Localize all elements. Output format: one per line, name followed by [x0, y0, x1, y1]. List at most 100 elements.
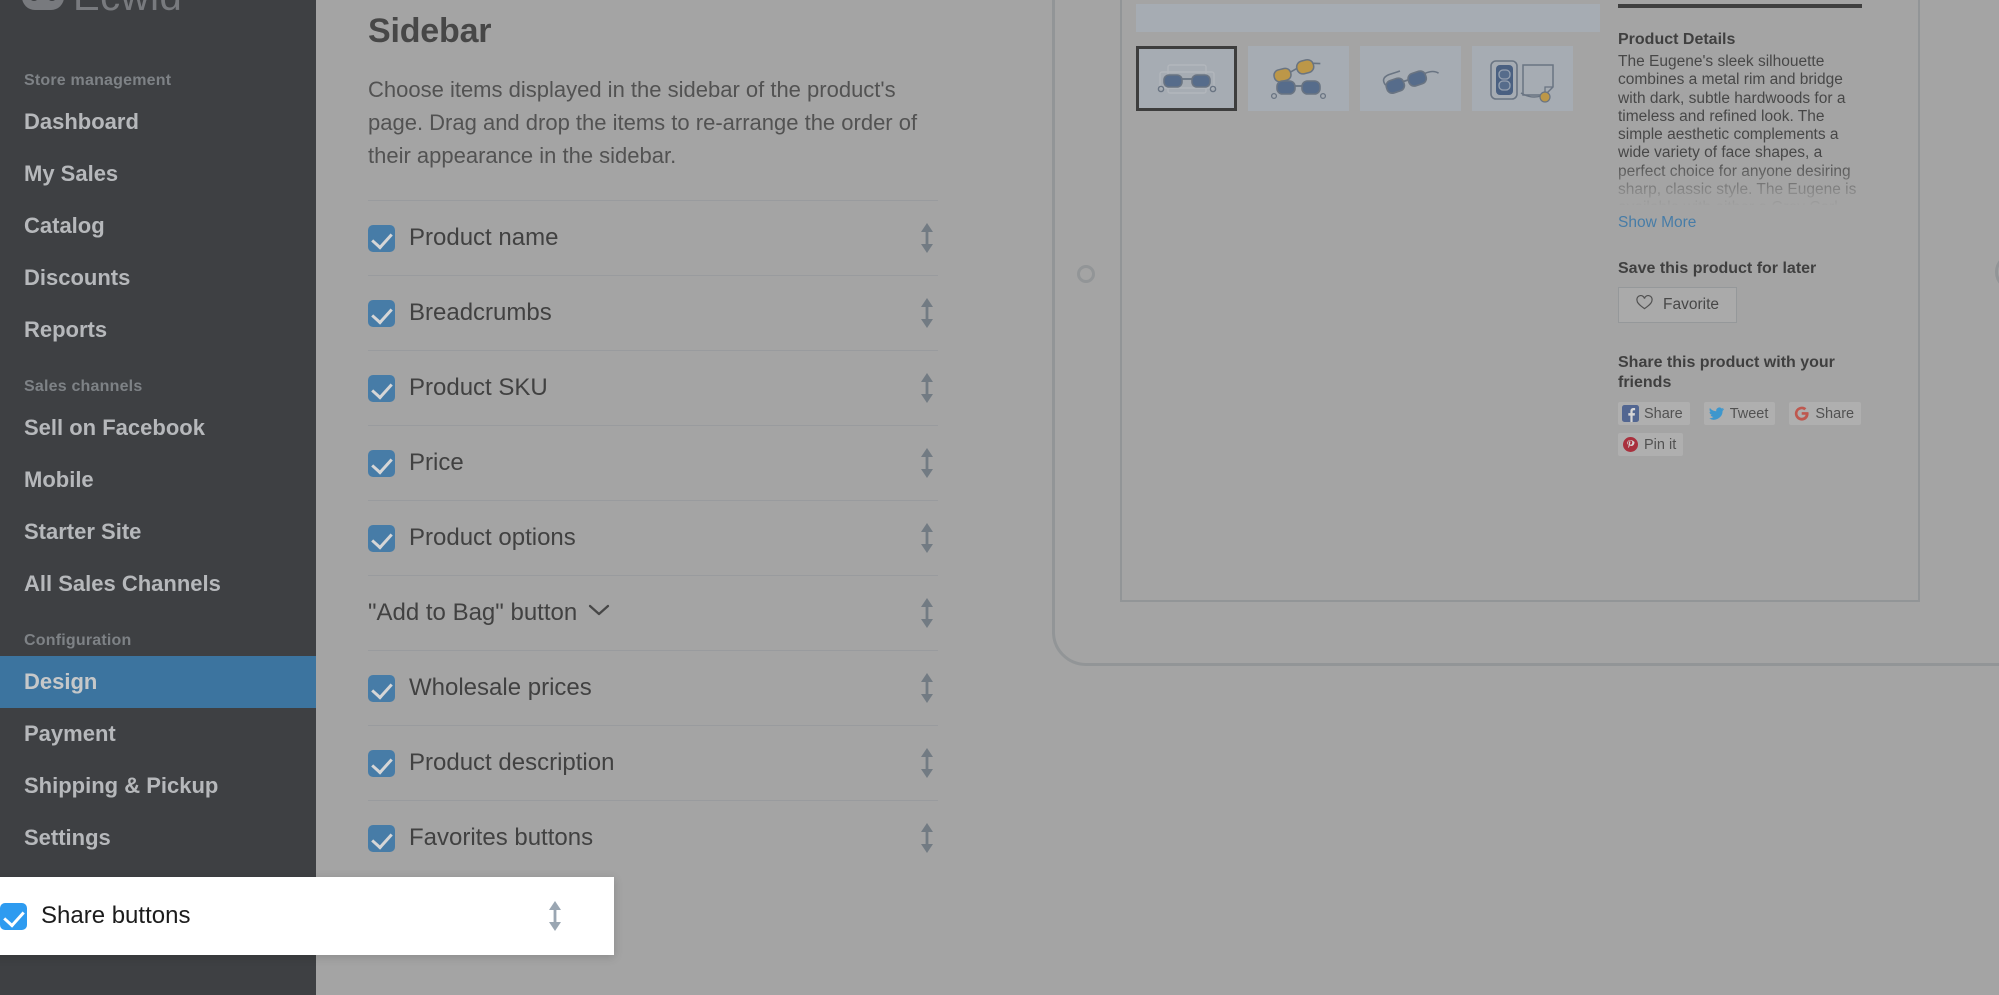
share-buttons-row: Share Tweet Share: [1618, 402, 1862, 456]
nav-group-store-management: Store management Dashboard My Sales Cata…: [0, 66, 316, 356]
sidebar-items-list: Product name Breadcrumbs Product SKU: [368, 200, 938, 950]
tablet-frame: Product Details The Eugene's sleek silho…: [1052, 0, 1999, 666]
heart-icon: [1636, 295, 1653, 315]
list-item-label: "Add to Bag" button: [368, 599, 577, 627]
list-item[interactable]: Favorites buttons: [368, 800, 938, 875]
brand-logo[interactable]: Ecwid: [22, 0, 182, 20]
list-item-label: Product description: [409, 749, 614, 777]
list-item[interactable]: Product SKU: [368, 350, 938, 425]
product-details-title: Product Details: [1618, 31, 1862, 49]
details-divider: [1618, 4, 1862, 8]
drag-updown-icon[interactable]: [912, 519, 942, 557]
list-item-share-buttons-highlighted[interactable]: Share buttons: [0, 877, 614, 955]
drag-updown-icon[interactable]: [912, 444, 942, 482]
list-item-label: Favorites buttons: [409, 824, 593, 852]
checkbox-share-buttons[interactable]: [0, 903, 27, 930]
tablet-screen: Product Details The Eugene's sleek silho…: [1120, 0, 1920, 602]
drag-updown-icon[interactable]: [912, 744, 942, 782]
nav-group-label: Configuration: [0, 626, 316, 656]
google-share-button[interactable]: Share: [1789, 402, 1861, 425]
share-section-title: Share this product with your friends: [1618, 353, 1862, 393]
checkbox-product-sku[interactable]: [368, 375, 395, 402]
drag-updown-icon[interactable]: [912, 369, 942, 407]
checkbox-favorites-buttons[interactable]: [368, 825, 395, 852]
checkbox-product-name[interactable]: [368, 225, 395, 252]
share-button-label: Tweet: [1730, 406, 1769, 422]
sunglasses-case-thumb[interactable]: [1472, 46, 1573, 111]
list-item[interactable]: Price: [368, 425, 938, 500]
brand-name: Ecwid: [73, 0, 182, 20]
chevron-down-icon[interactable]: [588, 603, 610, 617]
checkbox-wholesale-prices[interactable]: [368, 675, 395, 702]
drag-updown-icon[interactable]: [912, 594, 942, 632]
gallery-header-bar: [1136, 4, 1600, 32]
ecwid-logo-icon: [22, 0, 64, 10]
sidebar-item-shipping-pickup[interactable]: Shipping & Pickup: [0, 760, 316, 812]
drag-updown-icon[interactable]: [912, 294, 942, 332]
list-item-add-to-bag[interactable]: "Add to Bag" button: [368, 575, 938, 650]
page-description: Choose items displayed in the sidebar of…: [368, 73, 938, 172]
store-preview-area: Product Details The Eugene's sleek silho…: [990, 0, 1999, 995]
page-title: Sidebar: [368, 0, 938, 51]
sidebar-item-payment[interactable]: Payment: [0, 708, 316, 760]
sidebar-item-reports[interactable]: Reports: [0, 304, 316, 356]
sunglasses-angle-thumb[interactable]: [1360, 46, 1461, 111]
list-item[interactable]: Breadcrumbs: [368, 275, 938, 350]
pinterest-pin-button[interactable]: Pin it: [1618, 433, 1683, 456]
product-details-body: The Eugene's sleek silhouette combines a…: [1618, 53, 1862, 205]
sidebar-item-discounts[interactable]: Discounts: [0, 252, 316, 304]
gallery-thumbnails: [1136, 46, 1600, 111]
list-item-label: Breadcrumbs: [409, 299, 552, 327]
list-item[interactable]: Wholesale prices: [368, 650, 938, 725]
share-button-label: Share: [1815, 406, 1854, 422]
list-item[interactable]: Product options: [368, 500, 938, 575]
sidebar-settings-panel: Sidebar Choose items displayed in the si…: [316, 0, 990, 995]
tablet-camera-icon: [1077, 265, 1095, 283]
favorite-button[interactable]: Favorite: [1618, 287, 1737, 323]
share-button-label: Share: [1644, 406, 1683, 422]
checkbox-price[interactable]: [368, 450, 395, 477]
checkbox-product-description[interactable]: [368, 750, 395, 777]
sunglasses-front-thumb[interactable]: [1136, 46, 1237, 111]
sidebar-item-all-sales-channels[interactable]: All Sales Channels: [0, 558, 316, 610]
pinterest-icon: [1622, 436, 1639, 453]
sidebar-item-mobile[interactable]: Mobile: [0, 454, 316, 506]
sidebar-item-dashboard[interactable]: Dashboard: [0, 96, 316, 148]
list-item-label: Product name: [409, 224, 558, 252]
facebook-share-button[interactable]: Share: [1618, 402, 1690, 425]
product-gallery: [1136, 4, 1600, 111]
sidebar-item-my-sales[interactable]: My Sales: [0, 148, 316, 200]
sidebar-item-starter-site[interactable]: Starter Site: [0, 506, 316, 558]
list-item-label: Share buttons: [41, 902, 190, 930]
list-item-label: Price: [409, 449, 464, 477]
sidebar-item-sell-on-facebook[interactable]: Sell on Facebook: [0, 402, 316, 454]
nav-group-sales-channels: Sales channels Sell on Facebook Mobile S…: [0, 372, 316, 610]
drag-updown-icon[interactable]: [540, 897, 570, 935]
drag-updown-icon[interactable]: [912, 669, 942, 707]
save-for-later-title: Save this product for later: [1618, 260, 1862, 278]
drag-updown-icon[interactable]: [912, 819, 942, 857]
share-button-label: Pin it: [1644, 437, 1676, 453]
tablet-home-button: [1995, 253, 1999, 291]
checkbox-breadcrumbs[interactable]: [368, 300, 395, 327]
twitter-tweet-button[interactable]: Tweet: [1704, 402, 1776, 425]
nav-group-label: Sales channels: [0, 372, 316, 402]
checkbox-product-options[interactable]: [368, 525, 395, 552]
facebook-icon: [1622, 405, 1639, 422]
sidebar-item-settings[interactable]: Settings: [0, 812, 316, 864]
product-details-column: Product Details The Eugene's sleek silho…: [1618, 4, 1862, 456]
nav-group-label: Store management: [0, 66, 316, 96]
list-item-label: Product options: [409, 524, 576, 552]
favorite-button-label: Favorite: [1663, 296, 1719, 314]
twitter-icon: [1708, 405, 1725, 422]
sunglasses-pair-thumb[interactable]: [1248, 46, 1349, 111]
drag-updown-icon[interactable]: [912, 219, 942, 257]
list-item[interactable]: Product description: [368, 725, 938, 800]
list-item-label: Product SKU: [409, 374, 548, 402]
show-more-link[interactable]: Show More: [1618, 214, 1862, 232]
list-item[interactable]: Product name: [368, 200, 938, 275]
list-item-label: Wholesale prices: [409, 674, 592, 702]
app-root: Ecwid Store management Dashboard My Sale…: [0, 0, 1999, 995]
sidebar-item-design[interactable]: Design: [0, 656, 316, 708]
sidebar-item-catalog[interactable]: Catalog: [0, 200, 316, 252]
